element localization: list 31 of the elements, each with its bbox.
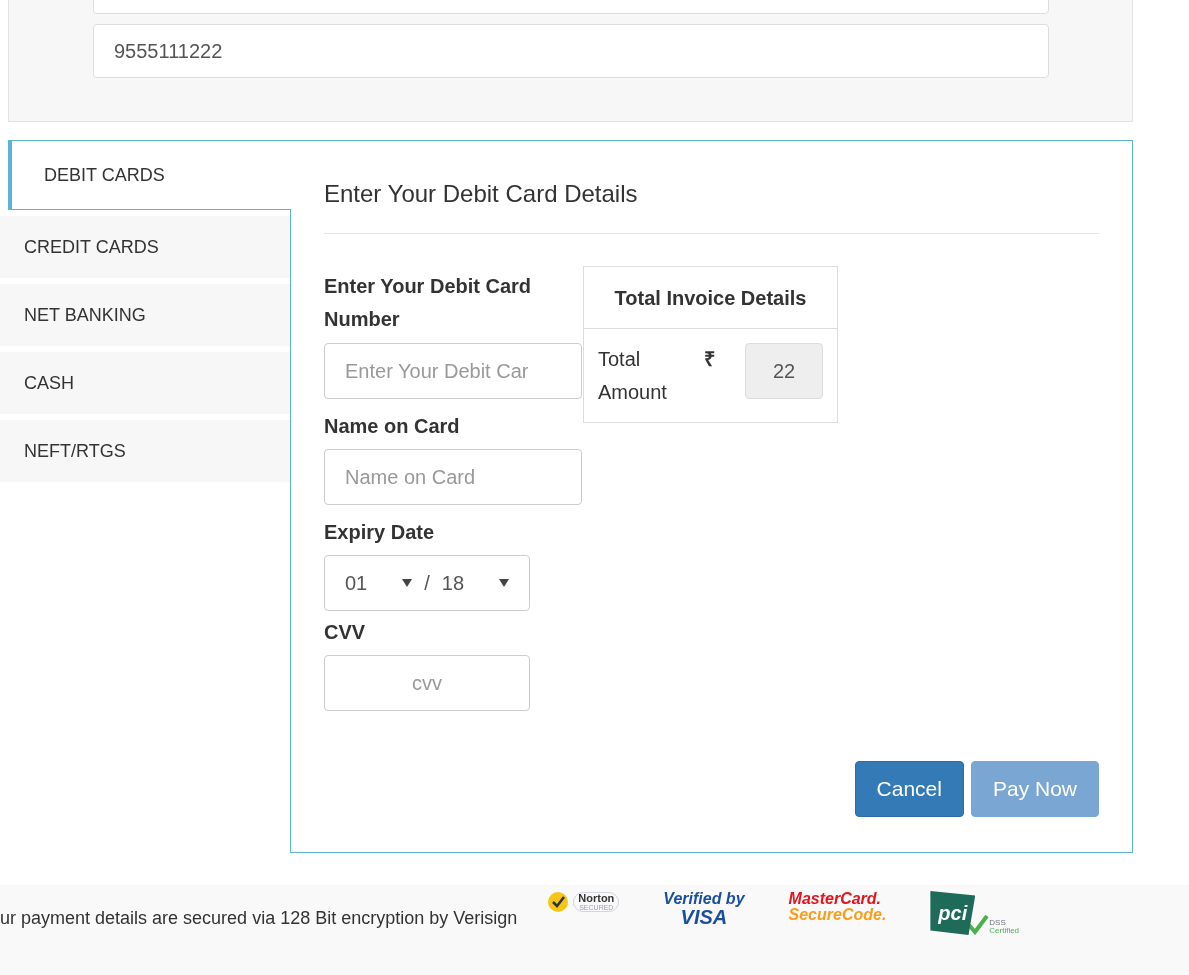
mastercard-securecode-logo: MasterCard. SecureCode. — [788, 891, 887, 923]
field-label: CVV — [324, 620, 367, 645]
pci-dss-logo: pci DSS Certified — [930, 891, 1020, 935]
cvv-field[interactable]: cvv — [324, 655, 530, 711]
payment-tab[interactable]: CREDIT CARDS — [0, 216, 290, 278]
payment-tab[interactable]: NEFT/RTGS — [0, 420, 290, 482]
amount-field[interactable]: 22 — [745, 343, 823, 399]
card-number-field[interactable]: Enter Your Debit Car — [324, 343, 582, 399]
phone-field[interactable]: 9555111222 — [93, 24, 1049, 78]
rupee-symbol: ₹ — [704, 347, 715, 372]
field-label: Name on Card — [324, 414, 461, 439]
total-amount-label: Total Amount — [598, 347, 668, 405]
caret-icon — [499, 579, 509, 587]
payment-tab[interactable]: NET BANKING — [0, 284, 290, 346]
field-label: Enter Your Debit Card Number — [324, 274, 533, 332]
cancel-button[interactable]: Cancel — [854, 761, 964, 817]
expiry-select[interactable]: 01 / 18 — [324, 555, 530, 611]
checkmark-icon — [967, 913, 990, 935]
payment-tab[interactable]: DEBIT CARDS — [8, 140, 291, 210]
name-field[interactable]: Name on Card — [324, 449, 582, 505]
checkmark-icon — [547, 891, 570, 913]
verified-by-visa-logo: Verified by VISA — [663, 891, 745, 927]
date-separator: / — [424, 571, 430, 596]
month-value: 01 — [345, 571, 368, 596]
security-note: ur payment details are secured via 128 Bit encryption by Verisign — [0, 907, 518, 930]
caret-icon — [402, 579, 413, 587]
field-label: Expiry Date — [324, 520, 436, 545]
year-value: 18 — [441, 571, 465, 596]
form-title: Enter Your Debit Card Details — [324, 179, 639, 209]
payment-tab[interactable]: CASH — [0, 352, 290, 414]
invoice-title: Total Invoice Details — [584, 267, 837, 329]
